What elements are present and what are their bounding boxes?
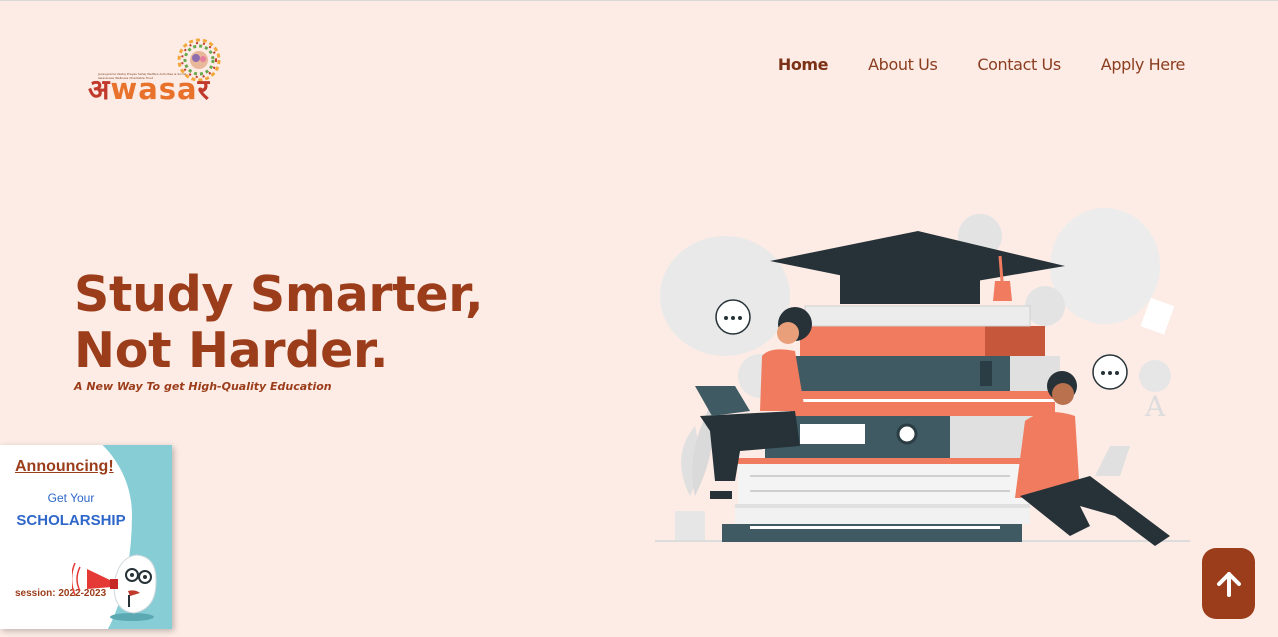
site-logo[interactable]: Jansugrama Vastuj Prayas Sahej Welfare A… [88, 35, 228, 111]
logo-suffix: र [197, 73, 211, 106]
scroll-to-top-button[interactable] [1202, 548, 1255, 619]
study-illustration: A [655, 208, 1190, 546]
arrow-up-icon [1216, 571, 1241, 597]
logo-prefix: अ [88, 73, 111, 106]
nav-contact-us[interactable]: Contact Us [977, 55, 1061, 74]
promo-heading[interactable]: Announcing! [15, 458, 114, 476]
logo-wordmark: अwasaर [88, 75, 210, 104]
megaphone-mascot-icon [72, 554, 157, 621]
logo-main: wasa [110, 72, 198, 106]
nav-apply-here[interactable]: Apply Here [1101, 55, 1186, 74]
promo-line2: SCHOLARSHIP [16, 512, 126, 529]
nav-about-us[interactable]: About Us [868, 55, 938, 74]
svg-text:A: A [1144, 390, 1166, 423]
scholarship-promo[interactable]: Announcing! Get Your SCHOLARSHIP session… [0, 445, 172, 629]
hero-subtitle: A New Way To get High-Quality Education [74, 380, 332, 393]
nav-home[interactable]: Home [778, 55, 829, 74]
hero-title: Study Smarter, Not Harder. [74, 266, 484, 379]
promo-line1: Get Your [47, 491, 95, 505]
main-nav: Home About Us Contact Us Apply Here [778, 55, 1186, 74]
